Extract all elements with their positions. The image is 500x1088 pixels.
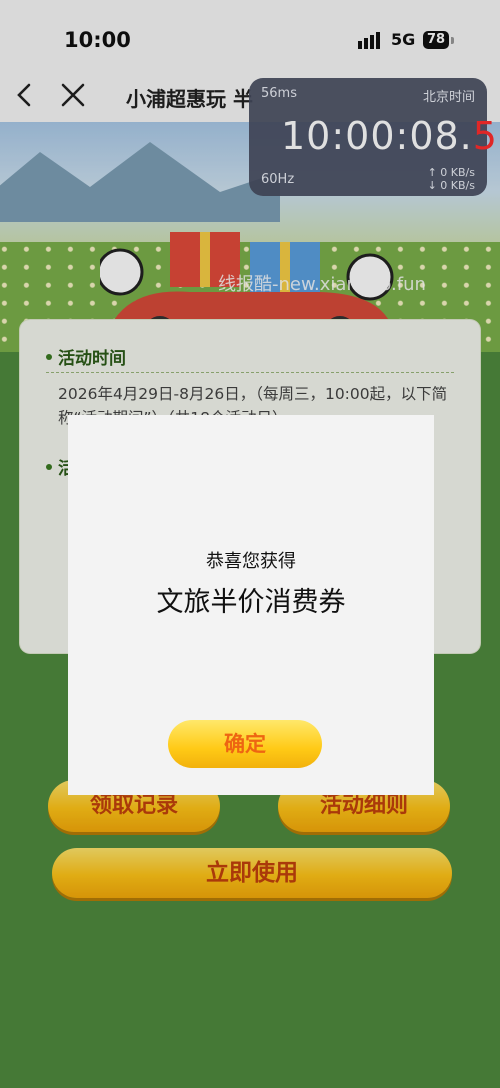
reward-dialog: 恭喜您获得 文旅半价消费券 确定 [68,415,434,795]
confirm-button[interactable]: 确定 [168,720,322,768]
dialog-subtitle: 恭喜您获得 [206,551,296,572]
dialog-title: 文旅半价消费券 [156,587,346,618]
